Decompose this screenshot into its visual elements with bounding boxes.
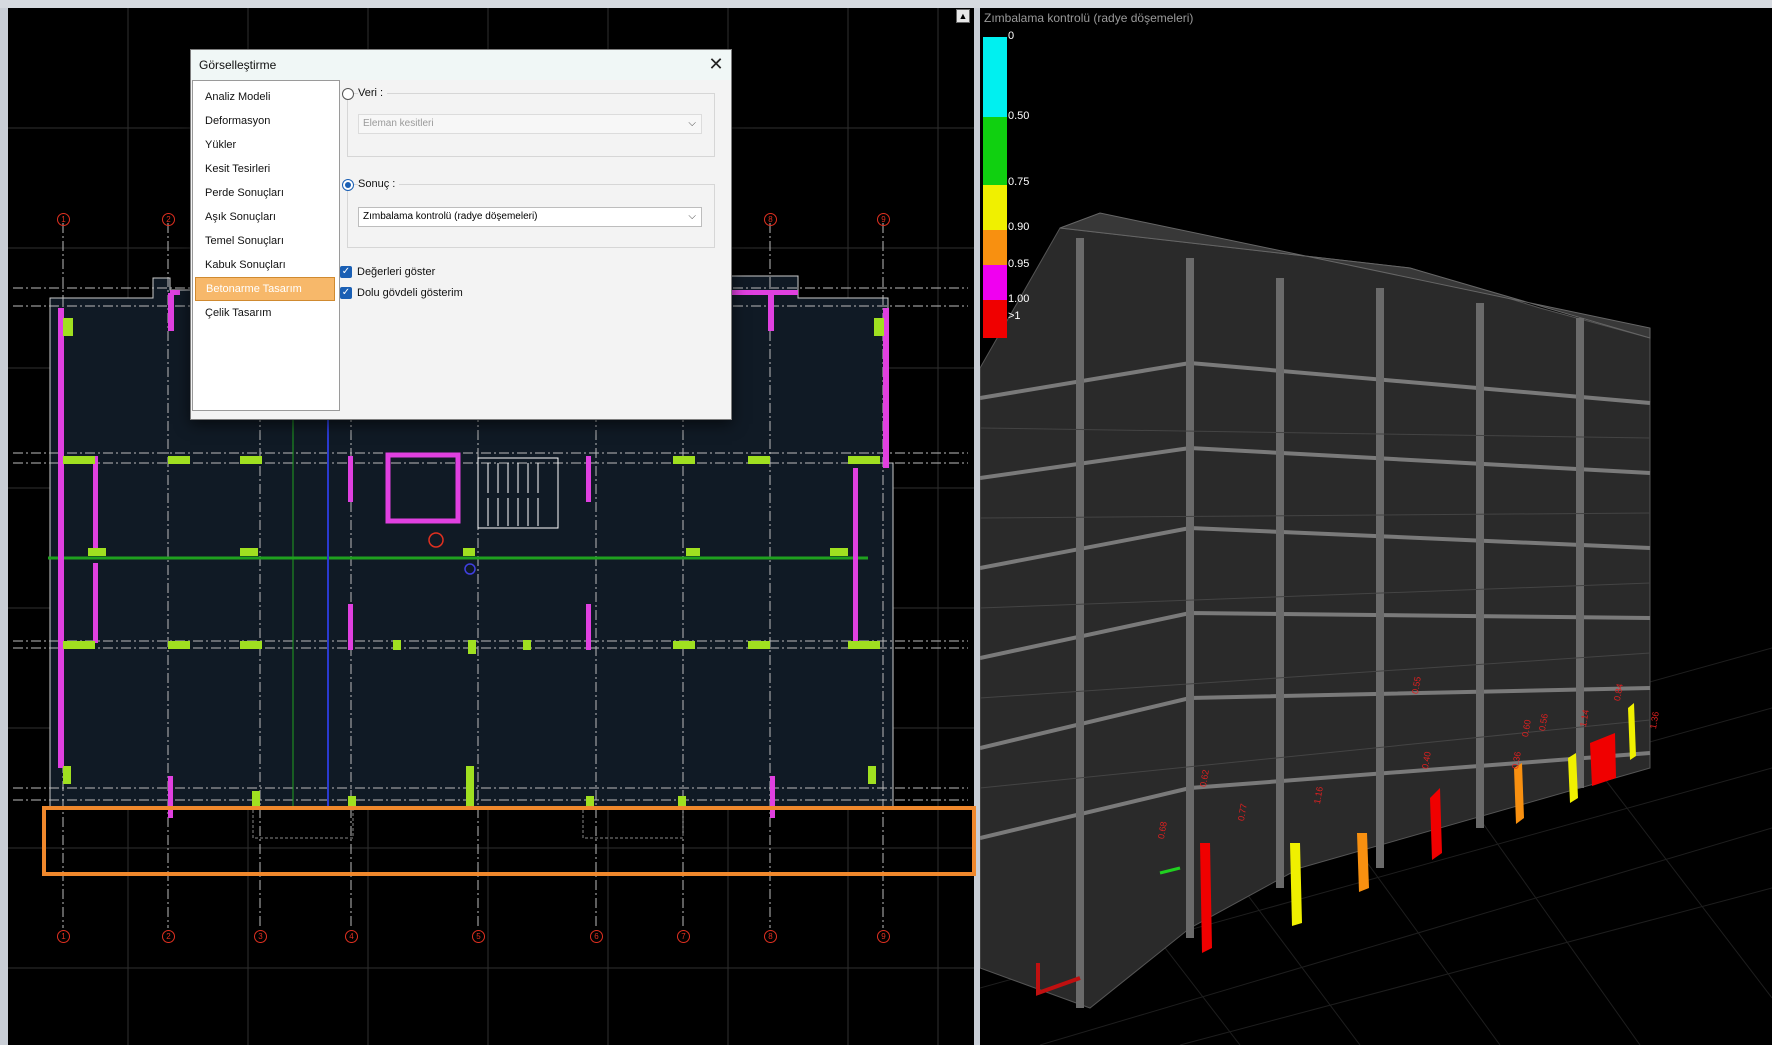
sonuc-label: Sonuç : bbox=[358, 178, 400, 190]
axis-bubble-bottom: 9 bbox=[877, 930, 890, 943]
axis-bubble-bottom: 8 bbox=[764, 930, 777, 943]
solid-display-checkbox[interactable]: ✓ bbox=[340, 287, 352, 299]
legend-label: 0.95 bbox=[1008, 258, 1030, 270]
sonuc-select[interactable]: Zımbalama kontrolü (radye döşemeleri) ⌵ bbox=[358, 207, 702, 227]
legend-swatch bbox=[983, 300, 1007, 338]
nav-item-label: Temel Sonuçları bbox=[205, 235, 284, 247]
axis-bubble-bottom: 1 bbox=[57, 930, 70, 943]
sonuc-radio[interactable] bbox=[342, 179, 354, 191]
nav-item[interactable]: Aşık Sonuçları bbox=[195, 205, 335, 229]
legend-swatch bbox=[983, 230, 1007, 265]
maximize-icon[interactable]: ▲ bbox=[956, 9, 970, 23]
nav-item[interactable]: Deformasyon bbox=[195, 109, 335, 133]
veri-select-value: Eleman kesitleri bbox=[363, 118, 434, 129]
visualization-dialog: Görselleştirme ✕ Analiz Modeli Deformasyo… bbox=[190, 49, 732, 420]
legend-label: 0.50 bbox=[1008, 110, 1030, 122]
axis-bubble-bottom: 7 bbox=[677, 930, 690, 943]
nav-item[interactable]: Temel Sonuçları bbox=[195, 229, 335, 253]
veri-radio[interactable] bbox=[342, 88, 354, 100]
chevron-down-icon: ⌵ bbox=[688, 118, 696, 129]
legend-label: 0.90 bbox=[1008, 221, 1030, 233]
nav-list: Analiz Modeli Deformasyon Yükler Kesit Tesi… bbox=[192, 80, 340, 411]
axis-bubble-top: 1 bbox=[57, 213, 70, 226]
nav-item-label: Aşık Sonuçları bbox=[205, 211, 276, 223]
axis-bubble-bottom: 4 bbox=[345, 930, 358, 943]
nav-item-label: Çelik Tasarım bbox=[205, 307, 272, 319]
axis-bubble-top: 2 bbox=[162, 213, 175, 226]
veri-label: Veri : bbox=[358, 87, 388, 99]
legend-swatch bbox=[983, 265, 1007, 300]
sonuc-select-value: Zımbalama kontrolü (radye döşemeleri) bbox=[363, 211, 538, 222]
top-toolbar-strip bbox=[0, 0, 1772, 8]
nav-item-label: Analiz Modeli bbox=[205, 91, 271, 103]
nav-item-label: Kesit Tesirleri bbox=[205, 163, 271, 175]
nav-item[interactable]: Perde Sonuçları bbox=[195, 181, 335, 205]
show-values-checkbox[interactable]: ✓ bbox=[340, 266, 352, 278]
nav-item[interactable]: Kesit Tesirleri bbox=[195, 157, 335, 181]
nav-item-label: Yükler bbox=[205, 139, 237, 151]
axis-bubble-top: 8 bbox=[764, 213, 777, 226]
nav-item[interactable]: Çelik Tasarım bbox=[195, 301, 335, 325]
solid-display-label: Dolu gövdeli gösterim bbox=[357, 287, 463, 299]
nav-item[interactable]: Betonarme Tasarım bbox=[195, 277, 335, 301]
3d-view[interactable]: 0.68 0.62 0.77 1.16 0.40 0.55 0.36 0.60 0.56 1.14… bbox=[980, 8, 1772, 1045]
close-icon[interactable]: ✕ bbox=[705, 53, 727, 75]
dialog-title: Görselleştirme bbox=[199, 58, 277, 72]
show-values-label: Değerleri göster bbox=[357, 266, 436, 278]
legend-label: 0 bbox=[1008, 30, 1015, 42]
legend-title: Zımbalama kontrolü (radye döşemeleri) bbox=[984, 11, 1194, 25]
axis-bubble-bottom: 6 bbox=[590, 930, 603, 943]
legend-swatch bbox=[983, 185, 1007, 230]
nav-item-label: Deformasyon bbox=[205, 115, 271, 127]
legend-swatch bbox=[983, 117, 1007, 185]
dialog-titlebar[interactable]: Görselleştirme ✕ bbox=[191, 50, 731, 80]
nav-item[interactable]: Analiz Modeli bbox=[195, 85, 335, 109]
legend-label: >1 bbox=[1008, 310, 1021, 322]
nav-item[interactable]: Yükler bbox=[195, 133, 335, 157]
highlight-box bbox=[42, 806, 976, 876]
axis-bubble-top: 9 bbox=[877, 213, 890, 226]
legend-label: 0.75 bbox=[1008, 176, 1030, 188]
axis-bubble-bottom: 2 bbox=[162, 930, 175, 943]
legend-label: 1.00 bbox=[1008, 293, 1030, 305]
axis-bubble-bottom: 5 bbox=[472, 930, 485, 943]
veri-select: Eleman kesitleri ⌵ bbox=[358, 114, 702, 134]
nav-item-label: Betonarme Tasarım bbox=[206, 283, 302, 295]
chevron-down-icon: ⌵ bbox=[688, 211, 696, 222]
legend-swatch bbox=[983, 37, 1007, 117]
axis-bubble-bottom: 3 bbox=[254, 930, 267, 943]
3d-model bbox=[980, 212, 1772, 1045]
nav-item[interactable]: Kabuk Sonuçları bbox=[195, 253, 335, 277]
nav-item-label: Perde Sonuçları bbox=[205, 187, 284, 199]
nav-item-label: Kabuk Sonuçları bbox=[205, 259, 286, 271]
